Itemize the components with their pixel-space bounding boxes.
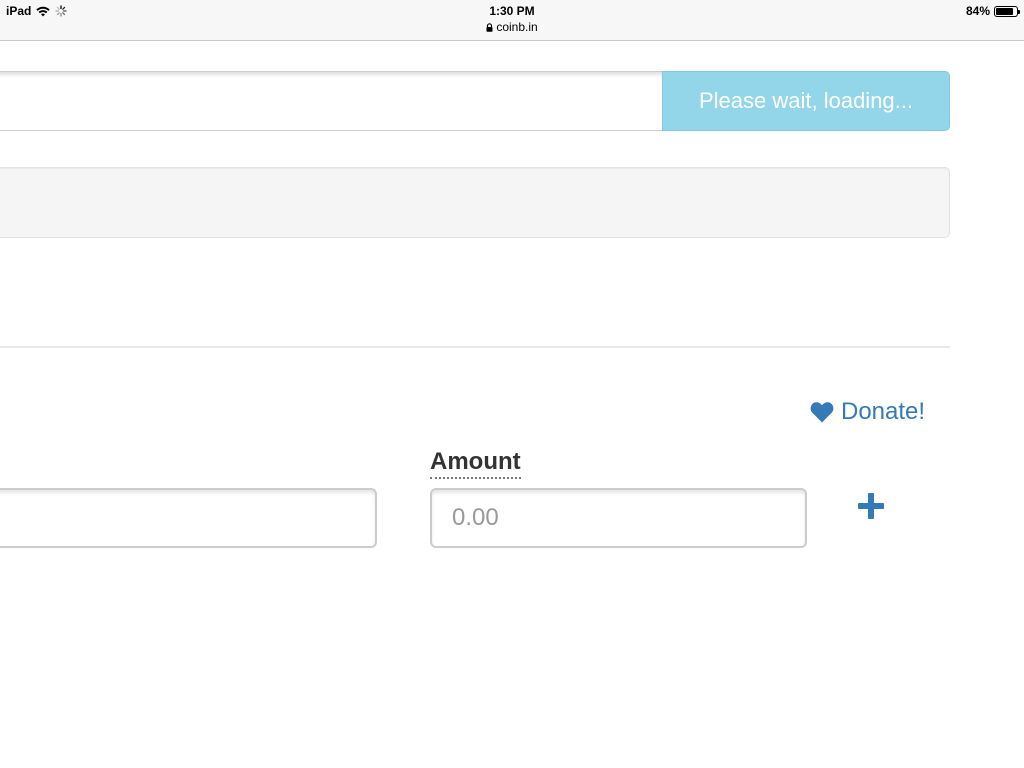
- info-well: [0, 167, 950, 238]
- amount-input[interactable]: [430, 488, 807, 548]
- donate-label: Donate!: [841, 398, 926, 425]
- donate-link[interactable]: Donate!: [810, 398, 925, 426]
- battery-icon: [994, 5, 1020, 17]
- amount-label: Amount: [430, 447, 521, 479]
- status-time: 1:30 PM: [489, 4, 535, 18]
- address-input[interactable]: [0, 488, 377, 548]
- heart-icon: [810, 402, 834, 423]
- status-right: 84%: [965, 4, 1020, 18]
- lock-icon: [486, 23, 493, 32]
- battery-level: [996, 7, 1013, 15]
- loading-button-label: Please wait, loading...: [698, 88, 914, 113]
- plus-icon-vertical-bar: [868, 493, 874, 519]
- battery-percent: 84%: [965, 4, 990, 18]
- address-bar[interactable]: coinb.in: [0, 20, 1024, 34]
- url-text: coinb.in: [496, 20, 538, 34]
- top-text-input[interactable]: [0, 71, 663, 131]
- loading-button[interactable]: Please wait, loading...: [662, 71, 950, 131]
- plus-icon[interactable]: [858, 493, 884, 519]
- divider: [0, 346, 950, 348]
- ios-status-bar: iPad 1:30 PM coinb.in 84%: [0, 0, 1024, 41]
